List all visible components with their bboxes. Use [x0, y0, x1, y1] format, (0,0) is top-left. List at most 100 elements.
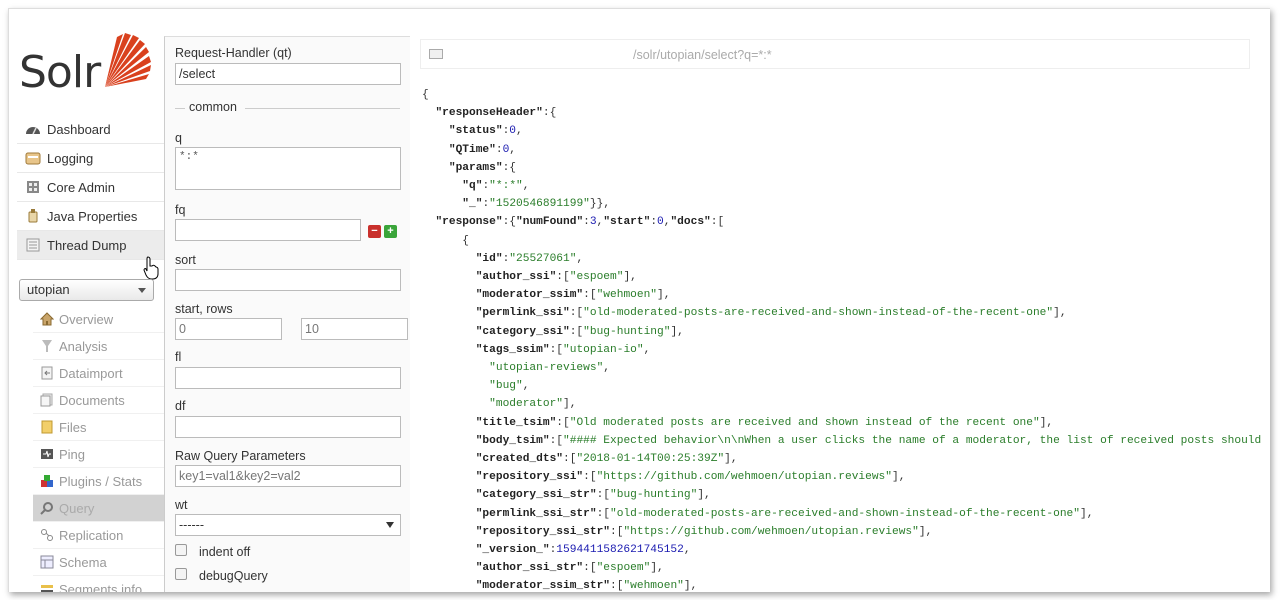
core-menu-label: Dataimport: [59, 365, 123, 381]
core-menu-documents[interactable]: Documents: [33, 387, 164, 414]
json-key: "category_ssi_str": [475, 489, 597, 502]
core-menu-analysis[interactable]: Analysis: [33, 333, 164, 360]
json-string: "espoem": [569, 271, 624, 284]
json-key: "moderator_ssim_str": [475, 580, 610, 592]
json-key: "moderator_ssim": [475, 289, 584, 302]
nav-item-dashboard[interactable]: Dashboard: [17, 115, 164, 144]
request-url[interactable]: /solr/utopian/select?q=*:*: [633, 48, 772, 62]
json-key: "QTime": [448, 143, 496, 156]
json-response: { "responseHeader":{ "status":0, "QTime"…: [422, 86, 1262, 592]
nav-label: Thread Dump: [47, 237, 127, 253]
raw-query-input[interactable]: key1=val1&key2=val2: [175, 465, 401, 487]
sort-label: sort: [175, 253, 196, 267]
add-fq-button[interactable]: +: [384, 225, 397, 238]
json-string: "wehmoen": [623, 580, 684, 592]
core-menu-overview[interactable]: Overview: [33, 306, 164, 333]
core-menu-files[interactable]: Files: [33, 414, 164, 441]
logo-text: Solr: [19, 47, 101, 98]
core-menu-label: Ping: [59, 446, 86, 462]
chevron-down-icon: [138, 288, 146, 293]
solr-sunburst-icon: [105, 33, 151, 87]
query-icon: [39, 501, 55, 515]
json-key: "author_ssi_str": [475, 562, 584, 575]
json-key: "repository_ssi_str": [475, 525, 610, 538]
json-string: "utopian-reviews": [489, 362, 604, 375]
start-input[interactable]: 0: [175, 318, 282, 340]
core-menu-label: Files: [59, 419, 87, 435]
json-key: "tags_ssim": [475, 343, 550, 356]
core-menu-label: Query: [59, 500, 95, 516]
json-key: "author_ssi": [475, 271, 557, 284]
nav-label: Core Admin: [47, 179, 115, 195]
remove-fq-button[interactable]: −: [368, 225, 381, 238]
json-string: "moderator": [489, 398, 564, 411]
common-legend: common: [189, 100, 237, 114]
nav-item-core-admin[interactable]: Core Admin: [17, 173, 164, 202]
legend-divider: [175, 108, 185, 109]
json-key: "responseHeader": [435, 107, 543, 120]
core-menu-label: Schema: [59, 554, 107, 570]
json-string: "bug-hunting": [583, 325, 671, 338]
df-input[interactable]: [175, 416, 401, 438]
json-string: "espoem": [596, 562, 651, 575]
request-url-bar[interactable]: /solr/utopian/select?q=*:*: [420, 39, 1250, 69]
rows-input[interactable]: 10: [301, 318, 408, 340]
json-key: "_version_": [475, 544, 550, 557]
results-panel: /solr/utopian/select?q=*:* { "responseHe…: [410, 36, 1262, 592]
plugins-icon: [39, 474, 55, 488]
json-number: 0: [657, 216, 664, 229]
logging-icon: [25, 151, 41, 165]
fq-input[interactable]: [175, 219, 361, 241]
nav-item-thread-dump[interactable]: Thread Dump: [17, 231, 164, 260]
java-properties-icon: [25, 209, 41, 223]
json-number: 1594411582621745152: [556, 544, 684, 557]
fq-label: fq: [175, 203, 186, 217]
raw-query-label: Raw Query Parameters: [175, 449, 306, 463]
indent-off-label: indent off: [199, 545, 251, 559]
dataimport-icon: [39, 366, 55, 380]
core-selector[interactable]: utopian: [19, 279, 154, 301]
sort-input[interactable]: [175, 269, 401, 291]
debug-query-label: debugQuery: [199, 569, 268, 583]
common-fieldset-legend: common: [175, 100, 400, 116]
json-key: "_": [462, 198, 483, 211]
nav-label: Logging: [47, 150, 94, 166]
debug-query-checkbox[interactable]: [175, 568, 187, 580]
json-key: "start": [603, 216, 651, 229]
nav-label: Dashboard: [47, 121, 111, 137]
q-textarea[interactable]: *:*: [175, 147, 401, 190]
nav-item-logging[interactable]: Logging: [17, 144, 164, 173]
core-menu-schema[interactable]: Schema: [33, 549, 164, 576]
nav-item-java-properties[interactable]: Java Properties: [17, 202, 164, 231]
wt-select[interactable]: ------: [175, 514, 401, 536]
request-handler-input[interactable]: /select: [175, 63, 401, 85]
core-menu-segments-info[interactable]: Segments info: [33, 576, 164, 592]
core-menu-dataimport[interactable]: Dataimport: [33, 360, 164, 387]
core-menu-ping[interactable]: Ping: [33, 441, 164, 468]
core-menu-replication[interactable]: Replication: [33, 522, 164, 549]
wt-label: wt: [175, 498, 188, 512]
wt-select-value: ------: [179, 518, 204, 532]
core-menu-query[interactable]: Query: [33, 495, 164, 522]
json-string: "Old moderated posts are received and sh…: [569, 416, 1040, 429]
main-nav: Dashboard Logging Core Admin Java Proper…: [17, 115, 164, 260]
core-menu-label: Replication: [59, 527, 124, 543]
indent-off-checkbox[interactable]: [175, 544, 187, 556]
core-menu-label: Analysis: [59, 338, 108, 354]
df-label: df: [175, 399, 186, 413]
core-menu: Overview Analysis Dataimport Documents F…: [33, 306, 164, 592]
json-string: "2018-01-14T00:25:39Z": [576, 453, 725, 466]
core-selector-value: utopian: [27, 282, 70, 297]
json-string: "*:*": [489, 180, 523, 193]
core-menu-plugins-stats[interactable]: Plugins / Stats: [33, 468, 164, 495]
start-rows-label: start, rows: [175, 302, 233, 316]
json-string: "https://github.com/wehmoen/utopian.revi…: [623, 525, 919, 538]
json-key: "created_dts": [475, 453, 563, 466]
fl-input[interactable]: [175, 367, 401, 389]
json-key: "q": [462, 180, 483, 193]
segments-icon: [39, 582, 55, 592]
legend-divider: [245, 108, 400, 109]
json-string: "25527061": [509, 252, 577, 265]
solr-logo[interactable]: Solr: [19, 29, 151, 99]
documents-icon: [39, 393, 55, 407]
